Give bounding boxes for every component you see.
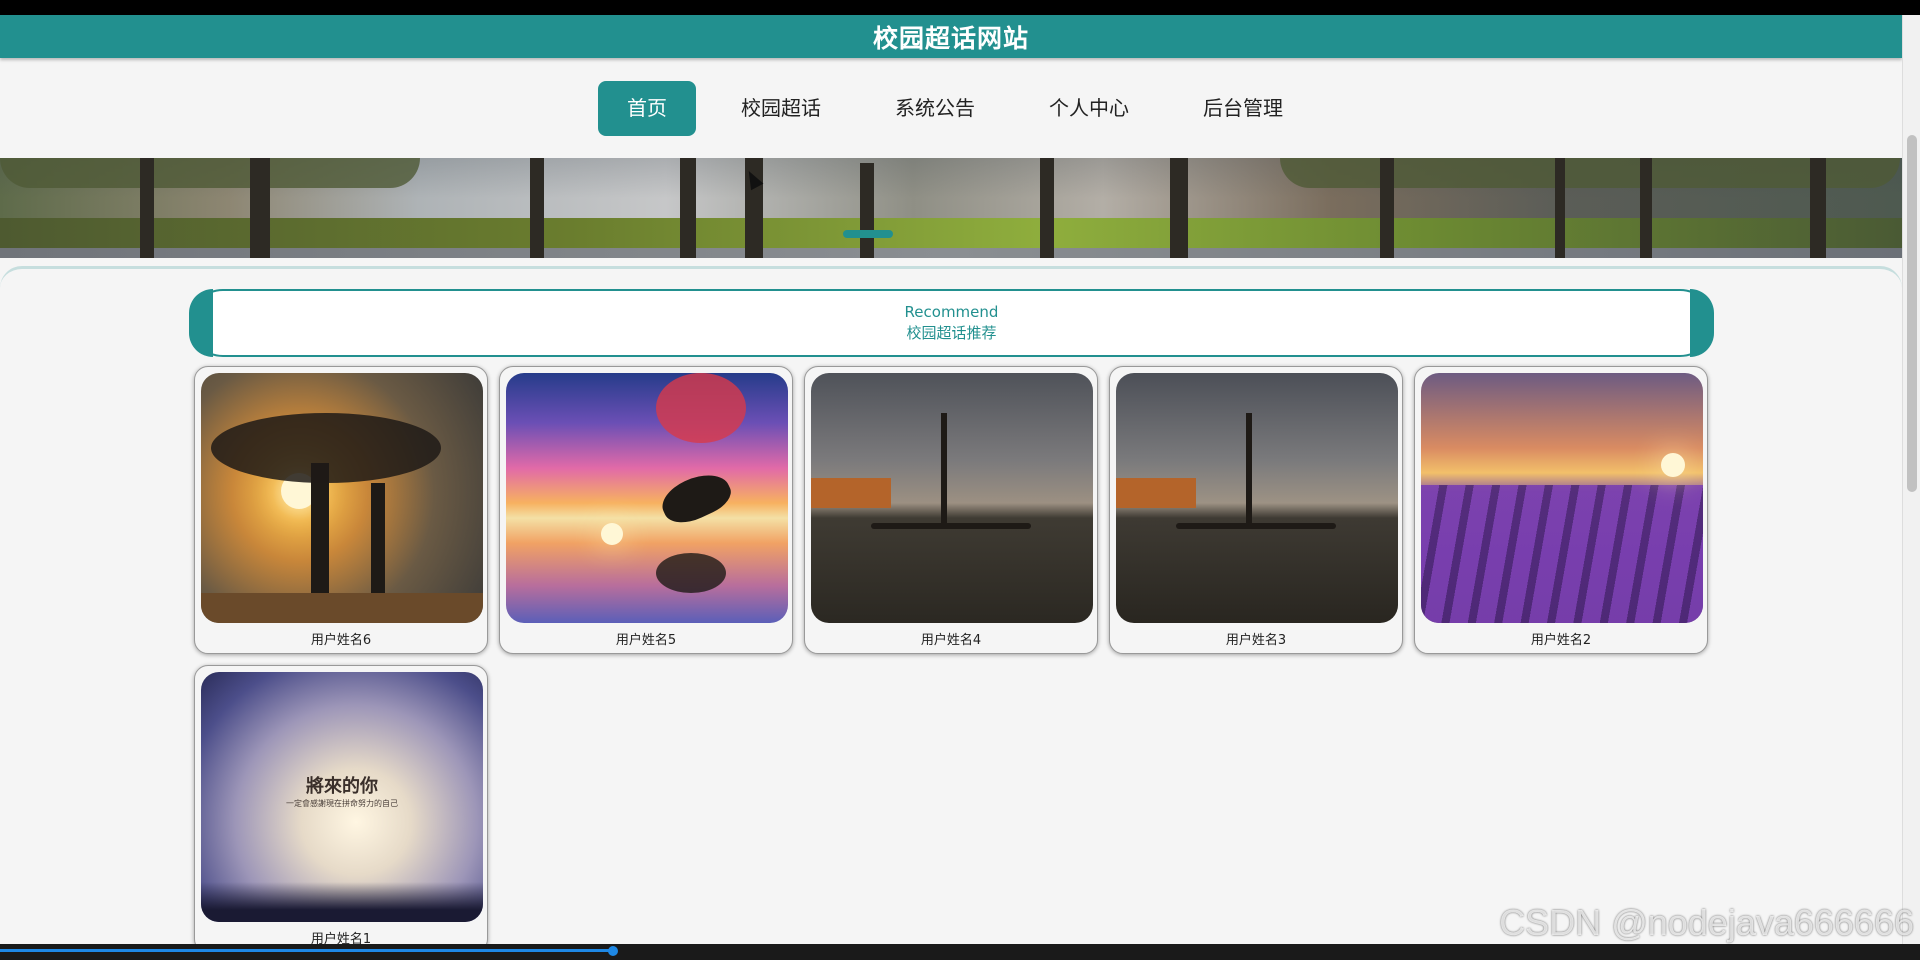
autumn-trees	[1116, 478, 1196, 508]
banner-tree	[680, 158, 696, 258]
page-scrollbar[interactable]	[1902, 15, 1920, 944]
recommend-heading: Recommend 校园超话推荐	[189, 289, 1714, 357]
carousel-indicator[interactable]	[843, 230, 893, 238]
dolphin-icon	[655, 465, 737, 531]
nav-admin[interactable]: 后台管理	[1174, 81, 1312, 136]
recommend-card[interactable]: 用户姓名6	[194, 366, 488, 654]
banner-tree	[1555, 158, 1565, 258]
nav-home[interactable]: 首页	[598, 80, 696, 136]
card-name: 用户姓名4	[920, 633, 982, 648]
recommend-title-en: Recommend	[904, 303, 999, 321]
banner-tree	[530, 158, 544, 258]
nav-personal-center[interactable]: 个人中心	[1020, 81, 1158, 136]
banner-tree	[1170, 158, 1188, 258]
card-image-lake-tree	[1116, 373, 1398, 623]
browser-viewport: 校园超话网站 首页 校园超话 系统公告 个人中心 后台管理 Recommend …	[0, 15, 1902, 944]
grass-silhouette	[201, 882, 483, 922]
lavender-rows	[1421, 485, 1703, 623]
card-name: 用户姓名2	[1530, 633, 1592, 648]
campus-banner	[0, 158, 1902, 258]
progress-fill	[0, 949, 615, 952]
progress-handle[interactable]	[608, 946, 618, 956]
tree-trunk	[371, 483, 385, 593]
quote-text: 將來的你	[306, 776, 378, 797]
tree-trunk	[1246, 413, 1252, 523]
card-name: 用户姓名5	[615, 633, 677, 648]
video-progress-bar[interactable]	[0, 944, 1920, 960]
card-name: 用户姓名3	[1225, 633, 1287, 648]
nav-announcements[interactable]: 系统公告	[866, 81, 1004, 136]
card-name: 用户姓名6	[310, 633, 372, 648]
sun-icon	[601, 523, 623, 545]
banner-tree	[860, 163, 874, 258]
autumn-trees	[811, 478, 891, 508]
recommend-card[interactable]: 用户姓名5	[499, 366, 793, 654]
banner-tree	[140, 158, 154, 258]
watermark: CSDN @nodejava666666	[1499, 902, 1914, 943]
island	[1176, 523, 1336, 529]
banner-tree	[1040, 158, 1054, 258]
recommend-title-cn: 校园超话推荐	[906, 324, 997, 342]
recommend-card[interactable]: 用户姓名2	[1414, 366, 1708, 654]
ground	[201, 593, 483, 623]
tree-canopy	[211, 413, 441, 483]
banner-tree	[250, 158, 270, 258]
card-image-lake-tree	[811, 373, 1093, 623]
banner-tree	[1640, 158, 1652, 258]
recommend-card[interactable]: 用户姓名3	[1109, 366, 1403, 654]
tree-trunk	[941, 413, 947, 523]
red-cloud	[656, 373, 746, 443]
card-image-dolphin-sunset	[506, 373, 788, 623]
dolphin-reflection	[656, 553, 726, 593]
card-image-sunset-tree	[201, 373, 483, 623]
banner-path	[0, 248, 1902, 258]
banner-tree	[1380, 158, 1394, 258]
main-nav: 首页 校园超话 系统公告 个人中心 后台管理	[0, 58, 1902, 158]
recommend-card[interactable]: 將來的你 一定會感謝現在拼命努力的自己 用户姓名1	[194, 665, 488, 944]
site-header: 校园超话网站	[0, 15, 1902, 58]
recommend-section: Recommend 校园超话推荐 用户姓名6 用户姓名5 用户姓名4 用户姓名3…	[0, 266, 1902, 944]
card-image-sky-quote: 將來的你 一定會感謝現在拼命努力的自己	[201, 672, 483, 922]
nav-campus-topics[interactable]: 校园超话	[712, 81, 850, 136]
sun-icon	[1661, 453, 1685, 477]
quote-subtext: 一定會感謝現在拼命努力的自己	[286, 799, 398, 808]
island	[871, 523, 1031, 529]
card-image-lavender-field	[1421, 373, 1703, 623]
scrollbar-thumb[interactable]	[1907, 135, 1917, 492]
banner-tree	[1810, 158, 1826, 258]
banner-canopy	[1280, 158, 1900, 188]
banner-canopy	[0, 158, 420, 188]
site-title: 校园超话网站	[872, 23, 1029, 53]
card-name: 用户姓名1	[310, 932, 372, 944]
recommend-card[interactable]: 用户姓名4	[804, 366, 1098, 654]
recommend-grid: 用户姓名6 用户姓名5 用户姓名4 用户姓名3 用户姓名2 將來的你 一定會感謝…	[194, 366, 1714, 944]
